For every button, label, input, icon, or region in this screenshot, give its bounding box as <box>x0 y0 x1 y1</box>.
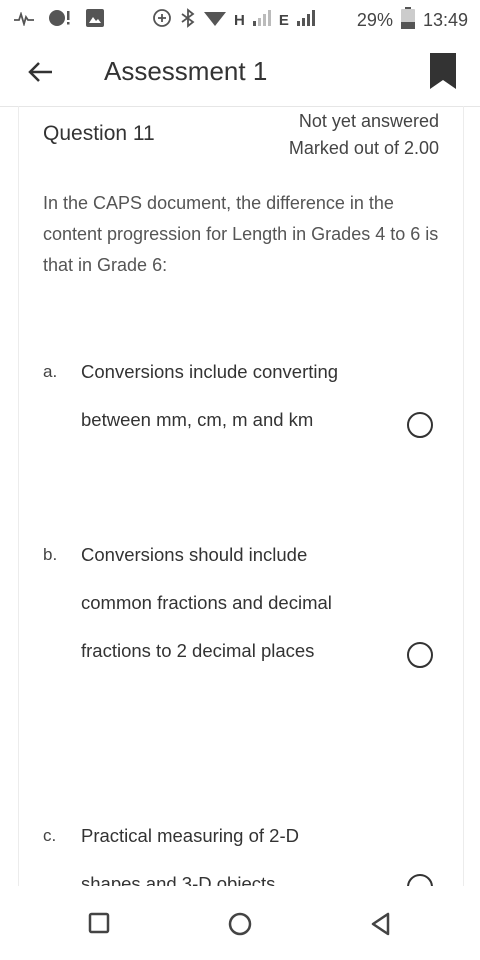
option-text-line: fractions to 2 decimal places <box>81 640 315 661</box>
network-type-1: H <box>234 12 245 29</box>
radio-button-a[interactable] <box>407 412 433 438</box>
activity-icon <box>14 10 34 31</box>
signal-icon <box>252 10 271 31</box>
network-type-2: E <box>278 12 289 29</box>
signal-icon <box>296 10 315 31</box>
option-text-line: common fractions and decimal <box>81 592 332 613</box>
clock: 13:49 <box>422 10 468 30</box>
recents-square-icon[interactable] <box>88 912 112 936</box>
back-triangle-icon[interactable] <box>370 912 394 936</box>
question-info: Not yet answered Marked out of 2.00 <box>289 108 439 162</box>
home-circle-icon[interactable] <box>228 912 252 936</box>
system-nav-bar <box>0 886 480 960</box>
wifi-icon <box>204 9 226 32</box>
option-letter: c. <box>43 826 57 845</box>
app-bar: Assessment 1 <box>0 36 480 107</box>
screen: H E 29% 13:49 Assessment 1 Question 11 N… <box>0 0 480 960</box>
back-arrow-icon[interactable] <box>24 56 56 88</box>
option-text-line: shapes and 3-D objects <box>81 873 276 886</box>
bookmark-icon[interactable] <box>430 53 456 89</box>
radio-button-c[interactable] <box>407 874 433 886</box>
notification-dot-icon <box>48 8 72 33</box>
data-saver-icon <box>152 8 172 33</box>
option-text-line: Conversions include converting <box>81 361 339 382</box>
image-icon <box>86 9 104 32</box>
option-letter: b. <box>43 545 58 564</box>
question-text: In the CAPS document, the difference in … <box>43 193 439 275</box>
option-text-line: between mm, cm, m and km <box>81 409 314 430</box>
bluetooth-icon <box>180 8 196 33</box>
battery-percent: 29% <box>356 10 393 30</box>
option-letter: a. <box>43 362 58 381</box>
question-marks: Marked out of 2.00 <box>288 138 439 158</box>
radio-button-b[interactable] <box>407 642 433 668</box>
question-status: Not yet answered <box>298 111 439 131</box>
status-bar: H E 29% 13:49 <box>0 0 480 36</box>
option-text-line: Conversions should include <box>81 544 308 565</box>
page-title: Assessment 1 <box>104 56 268 86</box>
question-number: Question 11 <box>43 122 155 145</box>
battery-icon <box>400 7 415 34</box>
option-text-line: Practical measuring of 2-D <box>81 825 299 846</box>
question-card: Question 11 Not yet answered Marked out … <box>18 106 464 886</box>
